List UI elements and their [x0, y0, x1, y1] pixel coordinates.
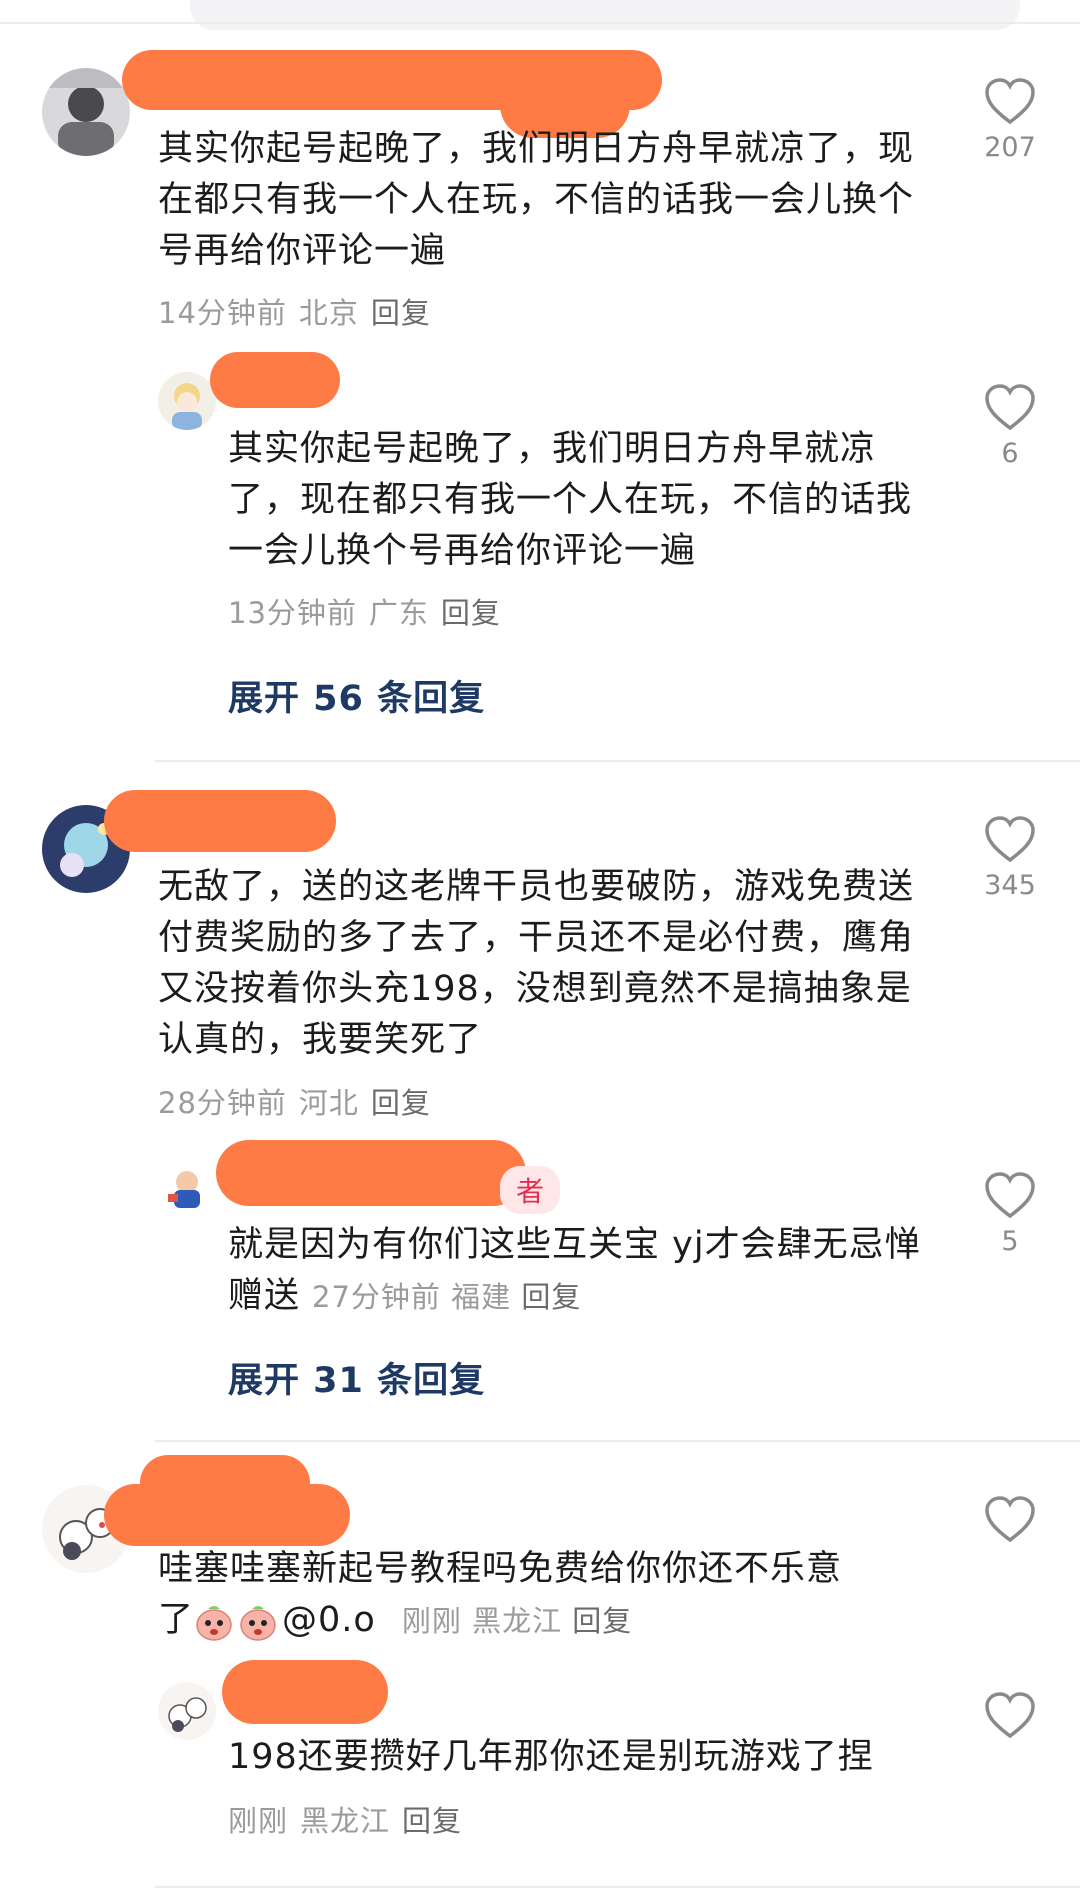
divider	[155, 1440, 1080, 1442]
avatar-image	[158, 1682, 216, 1740]
comment-text: 无敌了，送的这老牌干员也要破防，游戏免费送付费奖励的多了去了，干员还不是必付费，…	[158, 867, 915, 1060]
divider	[155, 1886, 1080, 1888]
reply-meta: 27分钟前 福建 回复	[312, 1280, 581, 1314]
like-button[interactable]: 6	[970, 384, 1050, 469]
expand-replies-button[interactable]: 展开 31 条回复	[228, 1352, 485, 1403]
comment-location: 黑龙江	[472, 1604, 563, 1638]
avatar[interactable]	[158, 1160, 216, 1218]
heart-icon	[985, 1496, 1035, 1543]
comment-time: 刚刚	[401, 1604, 462, 1638]
like-count: 5	[1001, 1226, 1019, 1257]
avatar-image	[42, 68, 130, 156]
like-button[interactable]	[970, 1692, 1050, 1740]
reply-button[interactable]: 回复	[572, 1604, 632, 1638]
reply-button[interactable]: 回复	[441, 596, 501, 630]
reply-time: 刚刚	[228, 1804, 289, 1838]
emoji-icon	[240, 1606, 276, 1641]
comment-location: 北京	[298, 296, 359, 330]
comment-text: 其实你起号起晚了，我们明日方舟早就凉了，现在都只有我一个人在玩，不信的话我一会儿…	[158, 129, 915, 271]
avatar[interactable]	[42, 68, 130, 156]
redacted-username	[216, 1140, 526, 1206]
like-count: 345	[984, 870, 1036, 901]
reply-location: 广东	[368, 596, 429, 630]
reply-button[interactable]: 回复	[521, 1280, 581, 1314]
author-badge: 者	[500, 1166, 561, 1214]
heart-icon	[985, 1172, 1035, 1219]
like-count: 207	[984, 132, 1036, 163]
avatar[interactable]	[158, 372, 216, 430]
redacted-username	[140, 1455, 310, 1511]
like-button[interactable]: 207	[970, 78, 1050, 163]
reply-text: 198还要攒好几年那你还是别玩游戏了捏	[228, 1737, 874, 1777]
emoji-icon	[196, 1606, 232, 1641]
comment-meta: 14分钟前 北京 回复	[158, 290, 443, 332]
reply-button[interactable]: 回复	[371, 296, 431, 330]
avatar[interactable]	[158, 1682, 216, 1740]
like-button[interactable]	[970, 1496, 1050, 1544]
avatar-image	[158, 1160, 216, 1218]
reply-meta: 13分钟前 广东 回复	[228, 590, 513, 632]
comment-meta: 28分钟前 河北 回复	[158, 1080, 443, 1122]
redacted-username	[222, 1660, 388, 1724]
top-input-bar[interactable]	[190, 0, 1020, 30]
comment-time: 14分钟前	[158, 296, 287, 330]
comment-meta: 刚刚 黑龙江 回复	[402, 1604, 632, 1638]
heart-icon	[985, 384, 1035, 431]
like-button[interactable]: 5	[970, 1172, 1050, 1257]
like-count: 6	[1001, 438, 1019, 469]
redacted-username	[104, 790, 336, 852]
reply-text: 其实你起号起晚了，我们明日方舟早就凉了，现在都只有我一个人在玩，不信的话我一会儿…	[228, 429, 913, 571]
reply-meta: 刚刚 黑龙江 回复	[228, 1798, 474, 1840]
comment-text: 哇塞哇塞新起号教程吗免费给你你还不乐意 了 @0.o 刚刚 黑龙江 回复	[158, 1544, 938, 1647]
comment-text-line: 哇塞哇塞新起号教程吗免费给你你还不乐意	[158, 1549, 843, 1589]
reply-button[interactable]: 回复	[371, 1086, 431, 1120]
reply-time: 27分钟前	[312, 1280, 441, 1314]
avatar-image	[158, 372, 216, 430]
comment-location: 河北	[298, 1086, 359, 1120]
like-button[interactable]: 345	[970, 816, 1050, 901]
heart-icon	[985, 1692, 1035, 1739]
heart-icon	[985, 78, 1035, 125]
reply-text: 就是因为有你们这些互关宝 yj才会肆无忌惮赠送 27分钟前 福建 回复	[228, 1220, 948, 1323]
comment-text-prefix: 了	[158, 1600, 195, 1640]
redacted-username	[210, 352, 340, 408]
reply-location: 黑龙江	[300, 1804, 391, 1838]
reply-button[interactable]: 回复	[402, 1804, 462, 1838]
comment-text-line: 了 @0.o 刚刚 黑龙江 回复	[158, 1595, 938, 1647]
reply-time: 13分钟前	[228, 596, 357, 630]
reply-location: 福建	[451, 1280, 512, 1314]
comment-time: 28分钟前	[158, 1086, 287, 1120]
divider	[155, 760, 1080, 762]
heart-icon	[985, 816, 1035, 863]
mention[interactable]: @0.o	[282, 1600, 376, 1640]
divider	[0, 22, 1080, 24]
expand-replies-button[interactable]: 展开 56 条回复	[228, 670, 485, 721]
